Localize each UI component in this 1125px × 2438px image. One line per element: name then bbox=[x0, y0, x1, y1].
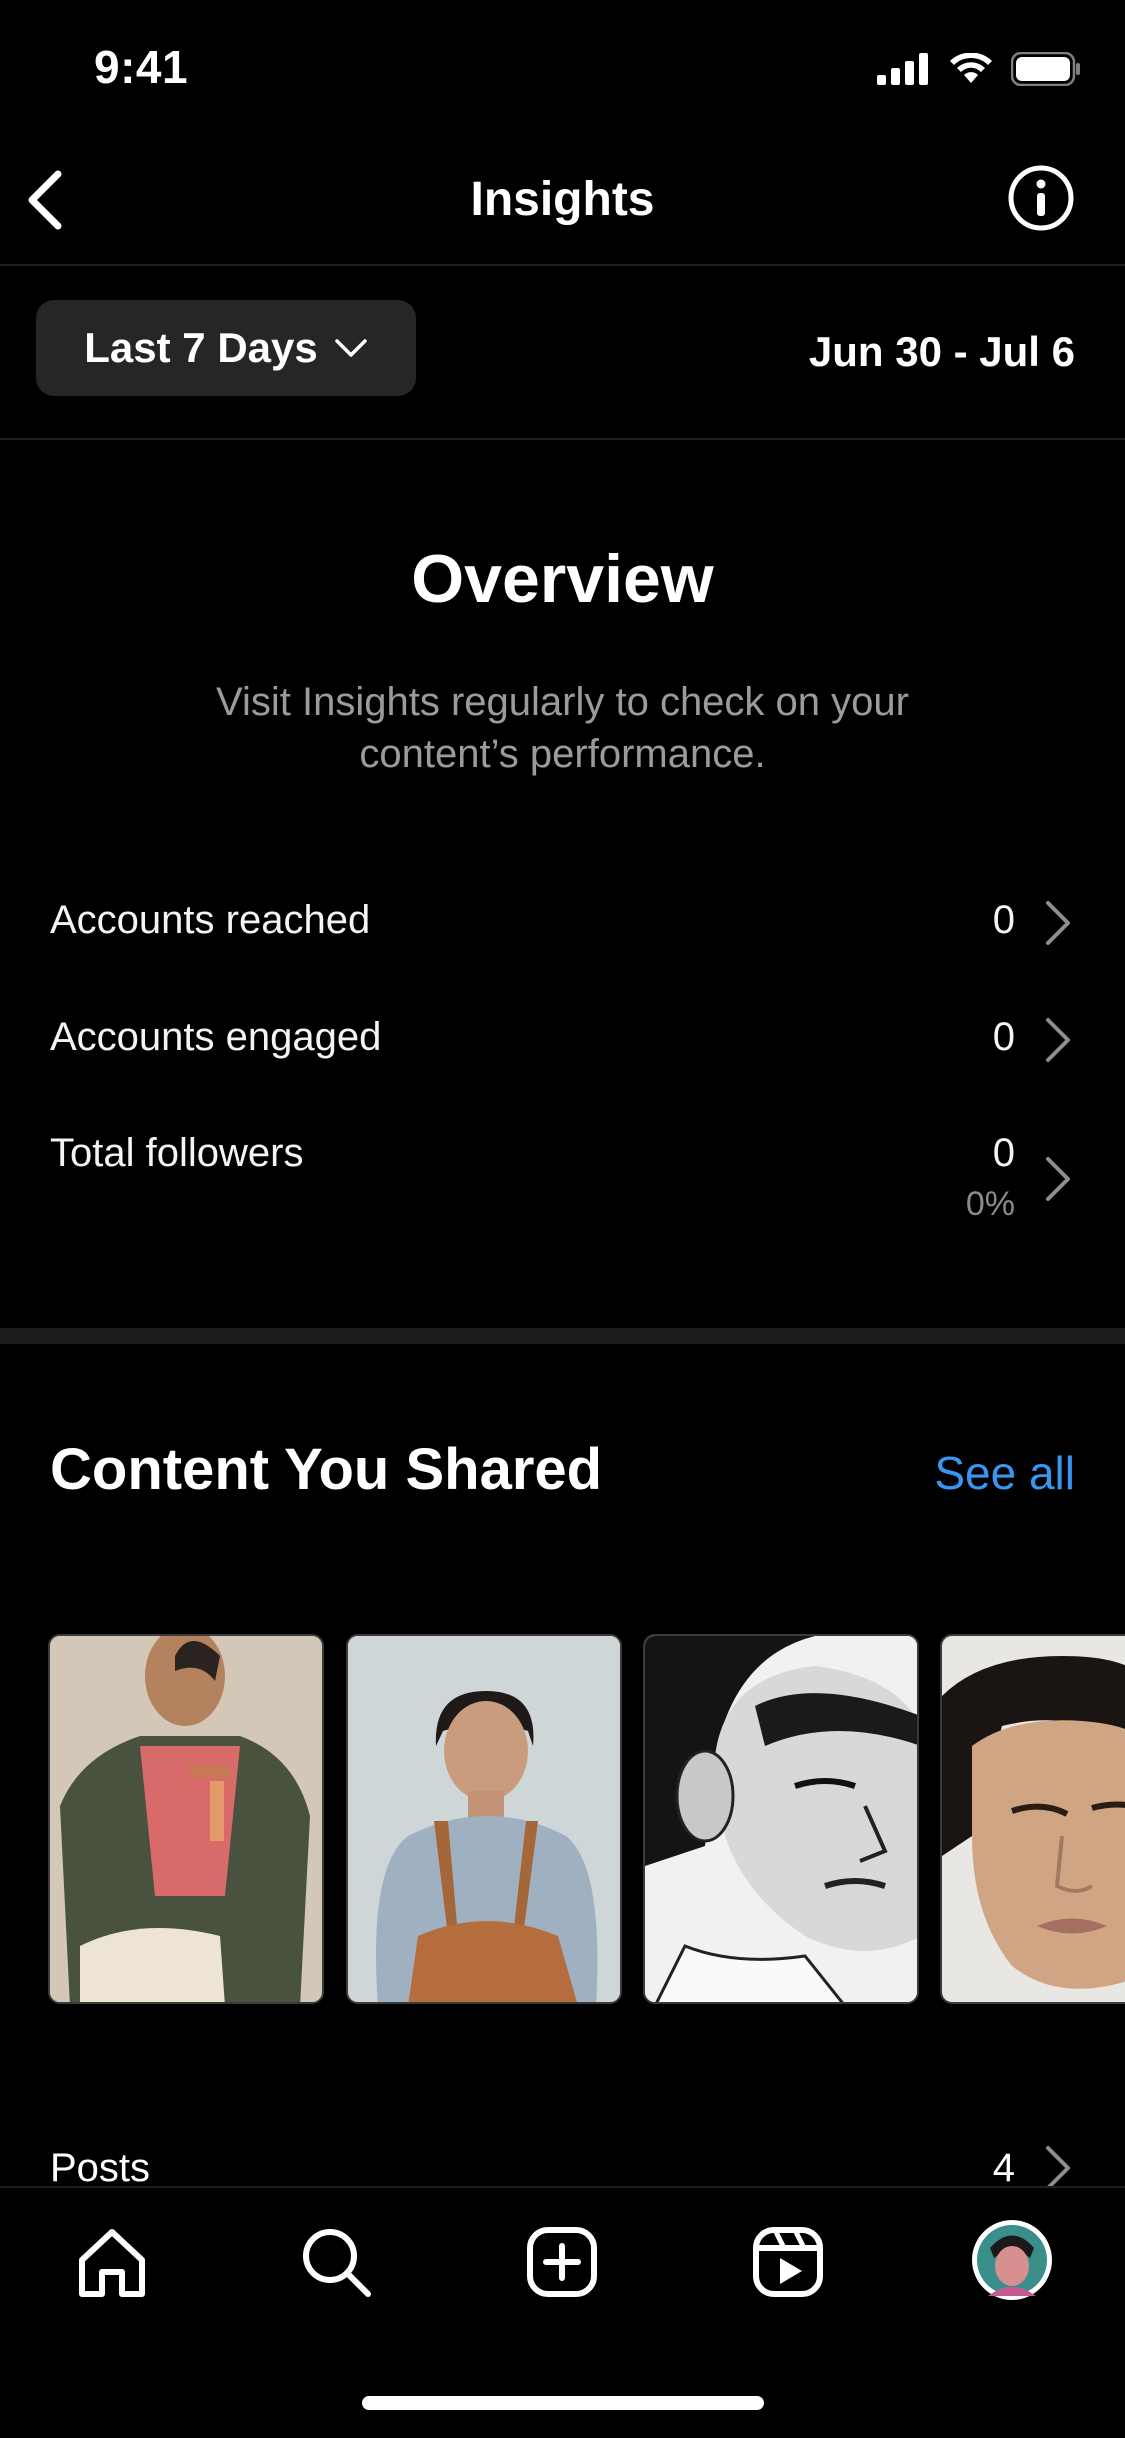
posts-value: 4 bbox=[992, 2146, 1015, 2190]
metric-value: 0 bbox=[992, 1131, 1015, 1175]
header-divider bbox=[0, 264, 1125, 266]
chevron-down-icon bbox=[334, 339, 367, 357]
content-section-title: Content You Shared bbox=[50, 1437, 603, 1502]
page-title: Insights bbox=[470, 173, 655, 226]
content-thumbnail[interactable] bbox=[346, 1634, 622, 2004]
home-icon[interactable] bbox=[74, 2224, 150, 2300]
date-range-label: Last 7 Days bbox=[84, 324, 318, 371]
metric-change: 0% bbox=[965, 1185, 1015, 1223]
metric-label: Accounts reached bbox=[50, 898, 371, 942]
home-indicator bbox=[362, 2396, 764, 2410]
see-all-link[interactable]: See all bbox=[934, 1446, 1075, 1500]
cellular-signal-icon bbox=[877, 53, 928, 85]
wifi-icon bbox=[950, 53, 992, 83]
battery-icon bbox=[1011, 52, 1080, 86]
overview-description: Visit Insights regularly to check on you… bbox=[216, 680, 909, 776]
portrait-green-jacket-icon bbox=[50, 1636, 322, 2002]
info-icon[interactable] bbox=[1007, 164, 1075, 232]
chevron-right-icon bbox=[1046, 1157, 1070, 1201]
content-thumbnail[interactable] bbox=[940, 1634, 1125, 2004]
search-icon[interactable] bbox=[298, 2224, 374, 2300]
range-divider bbox=[0, 438, 1125, 440]
chevron-right-icon bbox=[1046, 901, 1070, 945]
status-icons bbox=[877, 52, 1081, 86]
section-separator bbox=[0, 1328, 1125, 1344]
date-range-dropdown[interactable]: Last 7 Days bbox=[36, 300, 416, 396]
metric-label: Total followers bbox=[50, 1131, 304, 1175]
chevron-right-icon bbox=[1046, 1018, 1070, 1062]
reels-icon[interactable] bbox=[750, 2224, 826, 2300]
portrait-sketch-icon bbox=[645, 1636, 917, 2002]
content-thumbnail[interactable] bbox=[48, 1634, 324, 2004]
status-time: 9:41 bbox=[94, 41, 189, 93]
metric-value: 0 bbox=[992, 1015, 1015, 1059]
portrait-blue-shirt-icon bbox=[348, 1636, 620, 2002]
date-range-text: Jun 30 - Jul 6 bbox=[808, 328, 1075, 375]
profile-avatar[interactable] bbox=[970, 2218, 1054, 2302]
posts-label: Posts bbox=[50, 2146, 151, 2190]
metric-value: 0 bbox=[992, 898, 1015, 942]
create-icon[interactable] bbox=[524, 2224, 600, 2300]
overview-title: Overview bbox=[411, 541, 714, 617]
metric-label: Accounts engaged bbox=[50, 1015, 382, 1059]
portrait-closeup-icon bbox=[942, 1636, 1125, 2002]
content-thumbnail[interactable] bbox=[643, 1634, 919, 2004]
